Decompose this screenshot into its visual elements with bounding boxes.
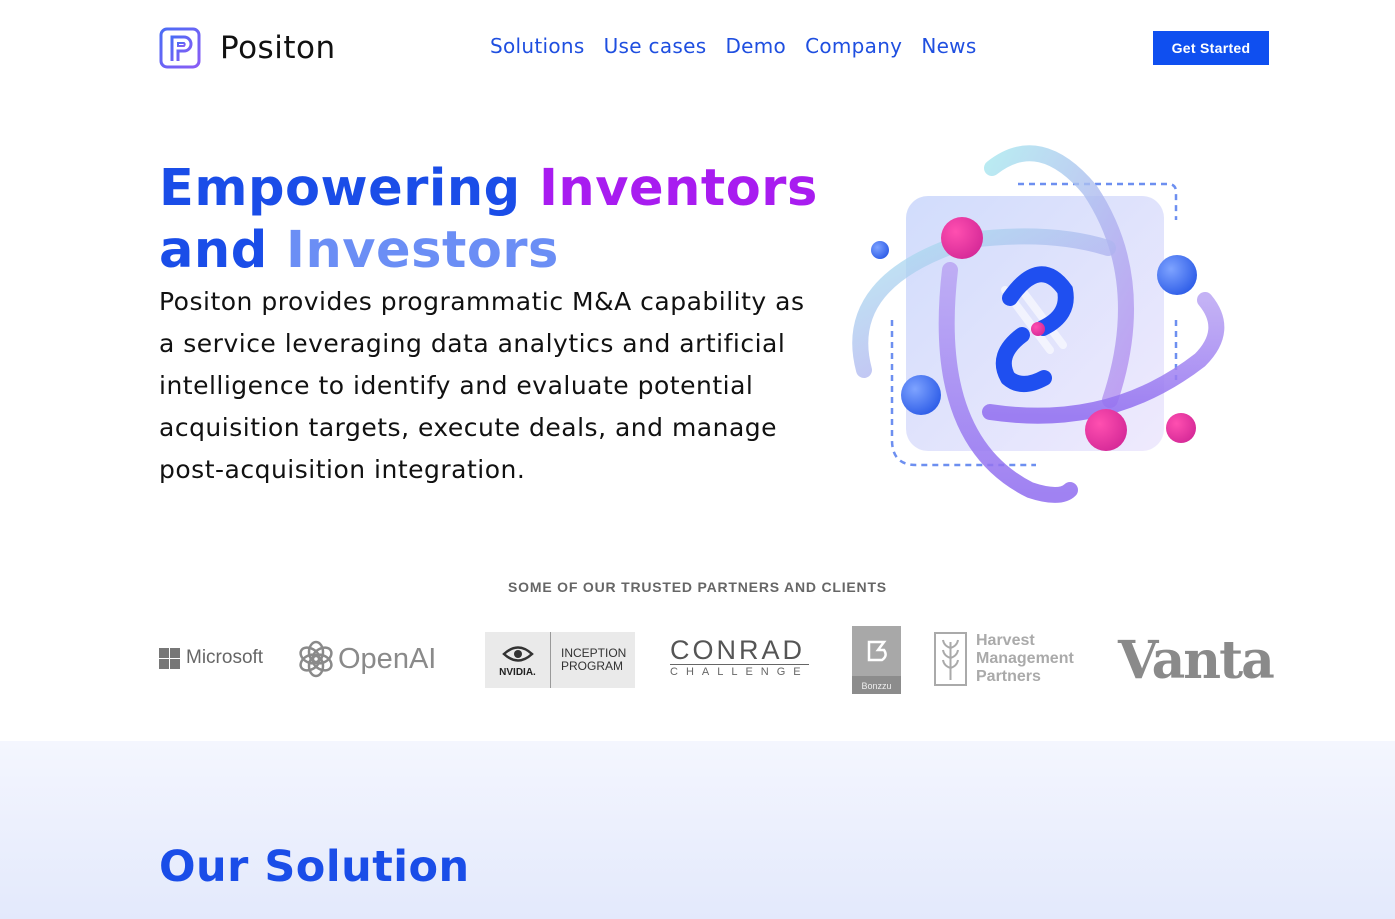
logo-text: Positon xyxy=(220,30,336,66)
partner-vanta: Vanta xyxy=(1118,630,1275,691)
nav-company[interactable]: Company xyxy=(805,34,902,58)
partner-openai: OpenAI xyxy=(298,640,436,678)
nvidia-eye-icon xyxy=(501,645,534,662)
orb-blue xyxy=(1157,255,1197,295)
orb-pink xyxy=(1166,413,1196,443)
positon-logo-icon xyxy=(159,27,201,69)
nvidia-inception-text: INCEPTION PROGRAM xyxy=(561,647,626,673)
conrad-subtitle: CHALLENGE xyxy=(670,664,809,678)
bonzzu-label: Bonzzu xyxy=(861,681,892,691)
nav-use-cases[interactable]: Use cases xyxy=(604,34,707,58)
partner-harvest: Harvest Management Partners xyxy=(934,632,1074,686)
harvest-line-1: Harvest xyxy=(976,632,1035,649)
orb-blue xyxy=(871,241,889,259)
nvidia-logo: NVIDIA. xyxy=(485,632,551,688)
nvidia-line-2: PROGRAM xyxy=(561,659,624,673)
harvest-wordmark: Harvest Management Partners xyxy=(976,632,1074,686)
main-nav: Solutions Use cases Demo Company News xyxy=(490,34,977,58)
vanta-wordmark: Vanta xyxy=(1118,630,1275,691)
hero-title-empowering: Empowering xyxy=(159,159,521,218)
orb-blue xyxy=(901,375,941,415)
partner-bonzzu: Bonzzu xyxy=(852,626,901,694)
partners-heading: SOME OF OUR TRUSTED PARTNERS AND CLIENTS xyxy=(508,579,887,595)
harvest-line-3: Partners xyxy=(976,668,1041,685)
orb-pink xyxy=(941,217,983,259)
hero-title-inventors: Inventors xyxy=(538,159,818,218)
microsoft-logo-icon xyxy=(159,647,180,669)
orb-pink xyxy=(1085,409,1127,451)
nav-demo[interactable]: Demo xyxy=(725,34,786,58)
nvidia-wordmark: NVIDIA. xyxy=(499,666,536,678)
partner-conrad: CONRAD CHALLENGE xyxy=(670,636,809,678)
our-solution-title: Our Solution xyxy=(159,842,470,892)
get-started-button[interactable]: Get Started xyxy=(1153,31,1269,65)
hero-title-investors: Investors xyxy=(286,221,559,280)
hero-description: Positon provides programmatic M&A capabi… xyxy=(159,287,805,484)
microsoft-label: Microsoft xyxy=(186,647,264,668)
bonzzu-logo-icon xyxy=(852,626,901,676)
partner-nvidia: NVIDIA. INCEPTION PROGRAM xyxy=(485,632,635,688)
our-solution-section: Our Solution xyxy=(0,741,1395,919)
harvest-line-2: Management xyxy=(976,650,1074,667)
openai-label: OpenAI xyxy=(338,642,437,675)
conrad-wordmark: CONRAD xyxy=(670,635,806,665)
site-header: Positon Solutions Use cases Demo Company… xyxy=(0,0,1395,96)
logo[interactable]: Positon xyxy=(159,27,336,69)
harvest-crest-icon xyxy=(934,632,967,686)
hero-title-and: and xyxy=(159,221,268,280)
hero-title: Empowering Inventors and Investors xyxy=(159,158,818,282)
openai-logo-icon xyxy=(299,640,333,678)
nav-news[interactable]: News xyxy=(921,34,976,58)
partner-microsoft: Microsoft xyxy=(159,647,263,669)
hero-illustration xyxy=(852,145,1225,503)
nav-solutions[interactable]: Solutions xyxy=(490,34,585,58)
